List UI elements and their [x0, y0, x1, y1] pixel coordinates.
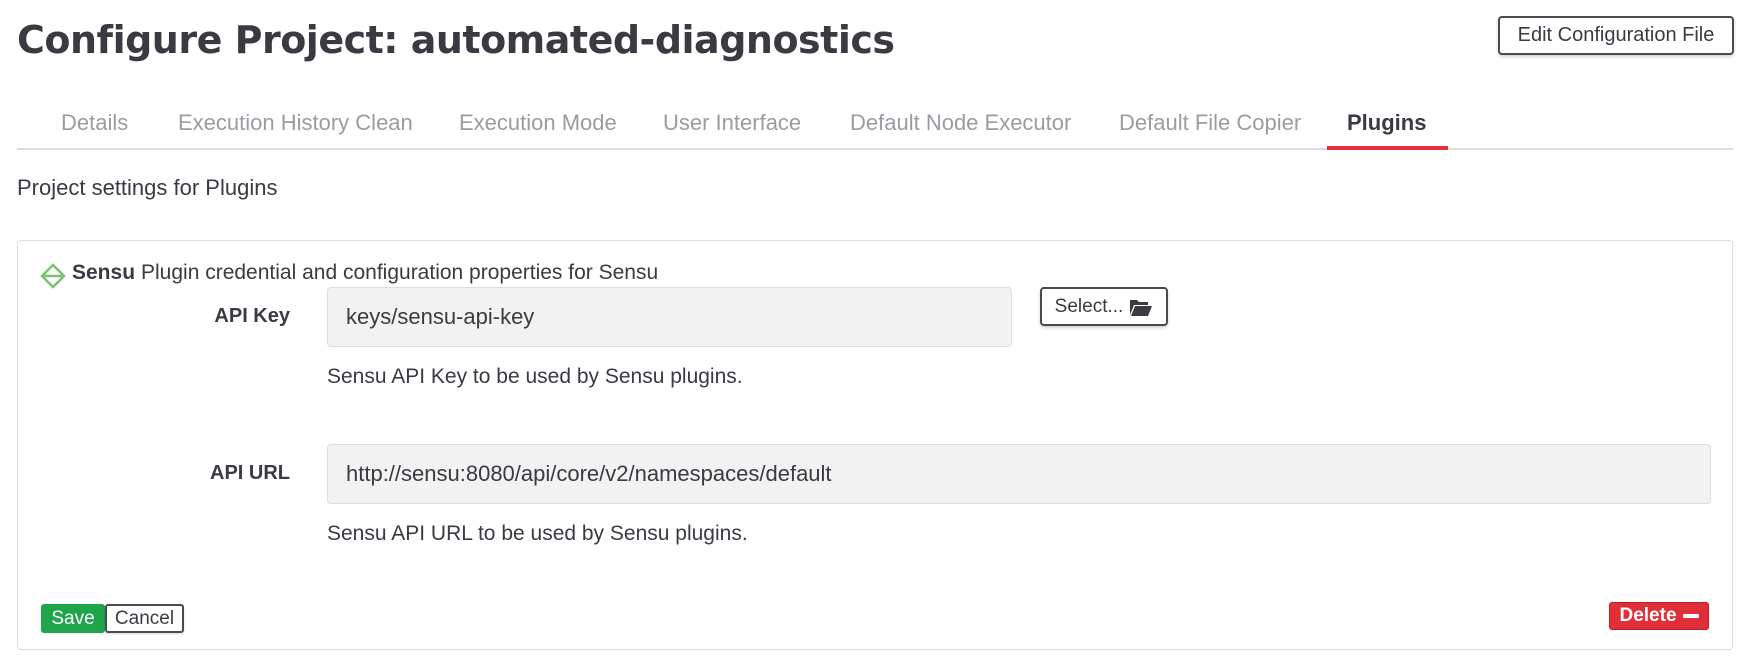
delete-button[interactable]: Delete	[1609, 602, 1709, 630]
tab-execution-mode[interactable]: Execution Mode	[459, 110, 617, 136]
tab-default-file-copier[interactable]: Default File Copier	[1119, 110, 1301, 136]
folder-open-icon	[1129, 297, 1153, 317]
edit-configuration-file-button[interactable]: Edit Configuration File	[1498, 16, 1734, 55]
select-key-button[interactable]: Select...	[1040, 287, 1168, 326]
cancel-button[interactable]: Cancel	[105, 604, 184, 633]
api-key-input[interactable]	[327, 287, 1012, 347]
api-url-label: API URL	[210, 462, 290, 484]
plugin-name: Sensu	[72, 261, 136, 284]
plugin-panel-sensu: Sensu Plugin credential and configuratio…	[17, 240, 1733, 650]
active-tab-indicator	[1327, 146, 1448, 150]
tabs-bar: Details Execution History Clean Executio…	[17, 96, 1733, 150]
api-url-input[interactable]	[327, 444, 1711, 504]
tab-details[interactable]: Details	[61, 110, 128, 136]
tab-user-interface[interactable]: User Interface	[663, 110, 801, 136]
section-description: Project settings for Plugins	[17, 175, 278, 200]
api-key-label: API Key	[214, 305, 290, 327]
sensu-logo-icon	[40, 263, 66, 289]
api-url-help: Sensu API URL to be used by Sensu plugin…	[327, 522, 748, 545]
tab-plugins[interactable]: Plugins	[1347, 110, 1426, 136]
minus-icon	[1682, 614, 1699, 618]
tab-execution-history-clean[interactable]: Execution History Clean	[178, 110, 413, 136]
plugin-description: Plugin credential and configuration prop…	[141, 261, 659, 284]
select-button-label: Select...	[1054, 295, 1124, 317]
delete-button-label: Delete	[1619, 605, 1677, 626]
tab-default-node-executor[interactable]: Default Node Executor	[850, 110, 1071, 136]
page-title: Configure Project: automated-diagnostics	[17, 18, 895, 62]
api-key-help: Sensu API Key to be used by Sensu plugin…	[327, 365, 743, 388]
save-button[interactable]: Save	[41, 604, 105, 633]
